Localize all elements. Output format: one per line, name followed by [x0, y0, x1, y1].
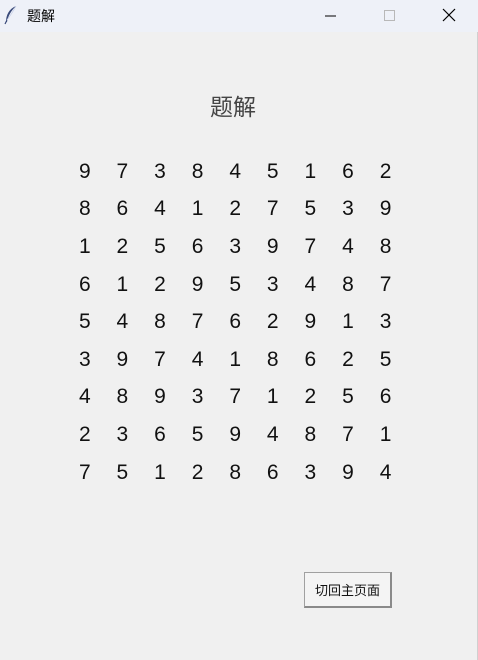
grid-cell: 7 [154, 347, 166, 371]
grid-cell: 5 [229, 272, 242, 296]
grid-cell: 6 [154, 422, 166, 446]
grid-cell: 8 [266, 347, 279, 371]
grid-cell: 4 [342, 234, 354, 258]
grid-cell: 8 [191, 159, 204, 183]
grid-cell: 1 [229, 347, 242, 371]
page-title: 题解 [210, 95, 256, 121]
grid-cell: 2 [116, 234, 129, 258]
grid-cell: 1 [191, 197, 204, 221]
grid-cell: 1 [342, 310, 354, 334]
grid-cell: 7 [229, 385, 242, 409]
grid-cell: 5 [154, 234, 166, 258]
grid-cell: 6 [379, 385, 392, 409]
grid-cell: 4 [78, 385, 91, 409]
grid-cell: 9 [229, 422, 242, 446]
grid-cell: 7 [379, 272, 392, 296]
grid-cell: 9 [266, 234, 279, 258]
grid-cell: 4 [191, 347, 204, 371]
grid-cell: 5 [78, 310, 91, 334]
maximize-button[interactable] [361, 0, 419, 32]
grid-cell: 9 [379, 197, 392, 221]
grid-cell: 9 [304, 310, 317, 334]
grid-cell: 2 [78, 422, 91, 446]
grid-cell: 8 [116, 385, 129, 409]
grid-cell: 2 [229, 197, 242, 221]
grid-cell: 3 [266, 272, 279, 296]
grid-cell: 5 [379, 347, 392, 371]
maximize-icon [384, 7, 396, 26]
grid-cell: 6 [266, 460, 279, 484]
grid-cell: 7 [116, 159, 129, 183]
grid-cell: 2 [304, 385, 317, 409]
grid-cell: 4 [304, 272, 317, 296]
app-window: 题解 题解 9738451628641275391256397486129534… [0, 0, 478, 660]
content-area: 题解 9738451628641275391256397486129534875… [0, 32, 478, 660]
window-title: 题解 [27, 9, 55, 25]
grid-cell: 3 [304, 460, 317, 484]
grid-cell: 8 [304, 422, 317, 446]
close-icon [442, 7, 456, 26]
grid-cell: 8 [154, 310, 166, 334]
minimize-button[interactable] [302, 0, 360, 32]
grid-cell: 2 [379, 159, 392, 183]
grid-cell: 3 [154, 159, 166, 183]
grid-cell: 1 [266, 385, 279, 409]
grid-cell: 4 [154, 197, 166, 221]
grid-cell: 7 [191, 310, 204, 334]
grid-cell: 3 [116, 422, 129, 446]
grid-cell: 6 [304, 347, 317, 371]
feather-icon [3, 5, 19, 25]
grid-cell: 8 [379, 234, 392, 258]
grid-cell: 6 [191, 234, 204, 258]
grid-cell: 4 [266, 422, 279, 446]
grid-cell: 9 [116, 347, 129, 371]
grid-cell: 6 [342, 159, 354, 183]
close-button[interactable] [420, 0, 478, 32]
grid-cell: 9 [154, 385, 166, 409]
grid-cell: 6 [116, 197, 129, 221]
grid-cell: 7 [304, 234, 317, 258]
title-bar[interactable]: 题解 [0, 0, 478, 32]
grid-cell: 2 [191, 460, 204, 484]
grid-cell: 1 [116, 272, 129, 296]
grid-cell: 5 [342, 385, 354, 409]
grid-cell: 5 [191, 422, 204, 446]
back-to-main-button[interactable]: 切回主页面 [304, 572, 392, 608]
grid-cell: 9 [78, 159, 91, 183]
grid-cell: 8 [78, 197, 91, 221]
grid-cell: 2 [154, 272, 166, 296]
grid-cell: 9 [342, 460, 354, 484]
grid-cell: 7 [78, 460, 91, 484]
grid-cell: 6 [78, 272, 91, 296]
grid-cell: 4 [229, 159, 242, 183]
grid-cell: 3 [229, 234, 242, 258]
grid-cell: 1 [304, 159, 317, 183]
grid-cell: 2 [266, 310, 279, 334]
grid-cell: 1 [154, 460, 166, 484]
grid-cell: 7 [342, 422, 354, 446]
grid-cell: 5 [304, 197, 317, 221]
grid-cell: 8 [229, 460, 242, 484]
grid-cell: 9 [191, 272, 204, 296]
grid-cell: 3 [379, 310, 392, 334]
grid-cell: 1 [379, 422, 392, 446]
grid-cell: 1 [78, 234, 91, 258]
grid-cell: 5 [116, 460, 129, 484]
minimize-icon [325, 7, 337, 26]
grid-cell: 6 [229, 310, 242, 334]
grid-cell: 4 [116, 310, 129, 334]
grid-cell: 4 [379, 460, 392, 484]
grid-cell: 2 [342, 347, 354, 371]
grid-cell: 7 [266, 197, 279, 221]
grid-cell: 8 [342, 272, 354, 296]
grid-cell: 3 [191, 385, 204, 409]
sudoku-solution-grid: 9738451628641275391256397486129534875487… [66, 153, 404, 491]
grid-cell: 3 [342, 197, 354, 221]
grid-cell: 5 [266, 159, 279, 183]
grid-cell: 3 [78, 347, 91, 371]
